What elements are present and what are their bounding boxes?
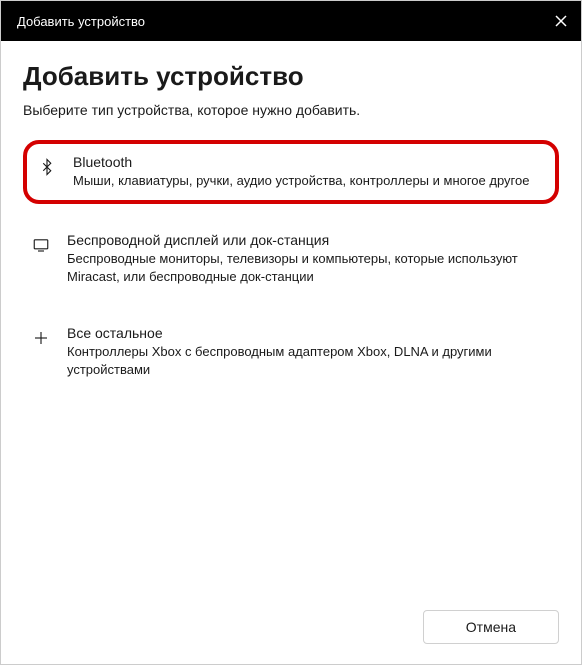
option-desc: Мыши, клавиатуры, ручки, аудио устройств… [73,172,529,190]
titlebar: Добавить устройство [1,1,581,41]
plus-icon [31,328,51,348]
option-wireless-display[interactable]: Беспроводной дисплей или док-станция Бес… [23,222,559,296]
bluetooth-icon [37,157,57,177]
display-icon [31,235,51,255]
add-device-dialog: Добавить устройство Добавить устройство … [0,0,582,665]
option-text: Все остальное Контроллеры Xbox с беспров… [67,325,551,379]
option-everything-else[interactable]: Все остальное Контроллеры Xbox с беспров… [23,315,559,389]
close-button[interactable] [541,1,581,41]
option-desc: Контроллеры Xbox с беспроводным адаптеро… [67,343,551,379]
option-desc: Беспроводные мониторы, телевизоры и комп… [67,250,551,286]
dialog-content: Добавить устройство Выберите тип устройс… [1,41,581,664]
device-type-options: Bluetooth Мыши, клавиатуры, ручки, аудио… [23,140,559,389]
option-title: Все остальное [67,325,551,341]
option-title: Bluetooth [73,154,529,170]
cancel-button[interactable]: Отмена [423,610,559,644]
option-text: Беспроводной дисплей или док-станция Бес… [67,232,551,286]
dialog-footer: Отмена [23,590,559,644]
option-text: Bluetooth Мыши, клавиатуры, ручки, аудио… [73,154,529,190]
close-icon [555,15,567,27]
option-bluetooth[interactable]: Bluetooth Мыши, клавиатуры, ручки, аудио… [23,140,559,204]
page-title: Добавить устройство [23,61,559,92]
titlebar-title: Добавить устройство [17,14,145,29]
option-title: Беспроводной дисплей или док-станция [67,232,551,248]
page-subtitle: Выберите тип устройства, которое нужно д… [23,102,559,118]
